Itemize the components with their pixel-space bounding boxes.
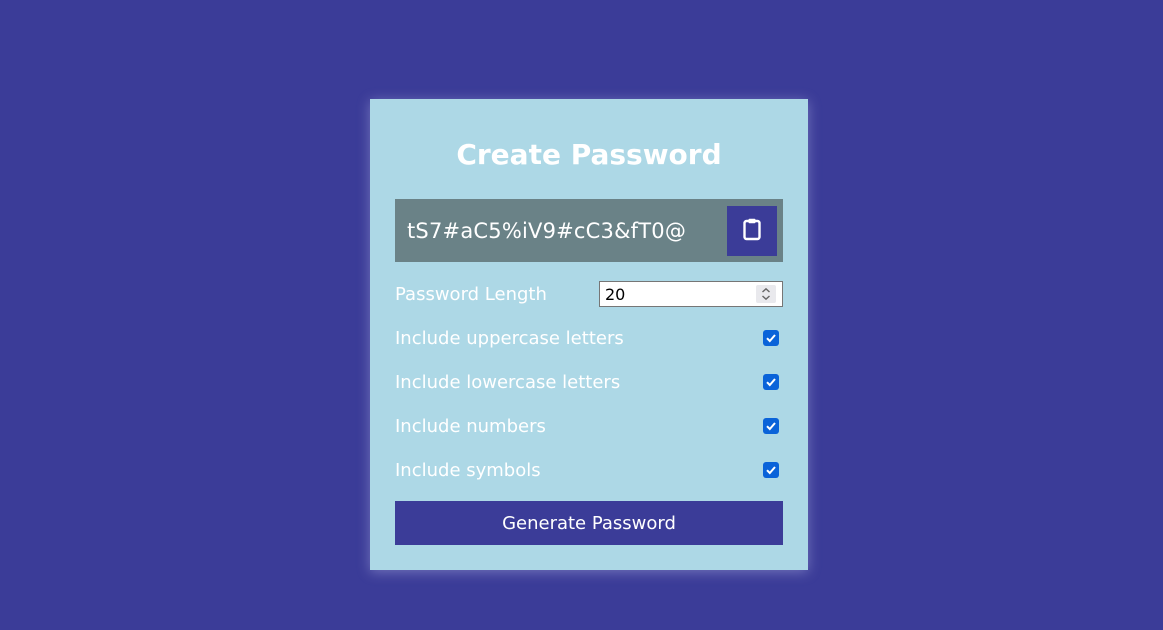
copy-button[interactable]	[727, 205, 777, 256]
page-title: Create Password	[456, 138, 722, 171]
checkmark-icon	[766, 334, 776, 343]
numbers-label: Include numbers	[395, 415, 546, 437]
generate-password-button[interactable]: Generate Password	[395, 501, 783, 545]
setting-numbers: Include numbers	[395, 413, 783, 439]
stepper-arrows-icon	[762, 287, 770, 301]
checkmark-icon	[766, 378, 776, 387]
setting-symbols: Include symbols	[395, 457, 783, 483]
setting-uppercase: Include uppercase letters	[395, 325, 783, 351]
result-container: tS7#aC5%iV9#cC3&fT0@	[395, 199, 783, 262]
lowercase-label: Include lowercase letters	[395, 371, 621, 393]
lowercase-checkbox[interactable]	[763, 374, 779, 390]
length-stepper[interactable]	[756, 285, 776, 303]
setting-lowercase: Include lowercase letters	[395, 369, 783, 395]
uppercase-checkbox[interactable]	[763, 330, 779, 346]
checkmark-icon	[766, 422, 776, 431]
symbols-label: Include symbols	[395, 459, 541, 481]
setting-length: Password Length 20	[395, 281, 783, 307]
length-value: 20	[605, 284, 626, 304]
length-input[interactable]: 20	[599, 281, 783, 307]
symbols-checkbox[interactable]	[763, 462, 779, 478]
uppercase-label: Include uppercase letters	[395, 327, 624, 349]
clipboard-icon	[740, 217, 764, 244]
checkmark-icon	[766, 466, 776, 475]
password-result[interactable]: tS7#aC5%iV9#cC3&fT0@	[407, 219, 727, 243]
password-generator-card: Create Password tS7#aC5%iV9#cC3&fT0@ Pas…	[370, 99, 808, 570]
numbers-checkbox[interactable]	[763, 418, 779, 434]
length-label: Password Length	[395, 283, 547, 305]
